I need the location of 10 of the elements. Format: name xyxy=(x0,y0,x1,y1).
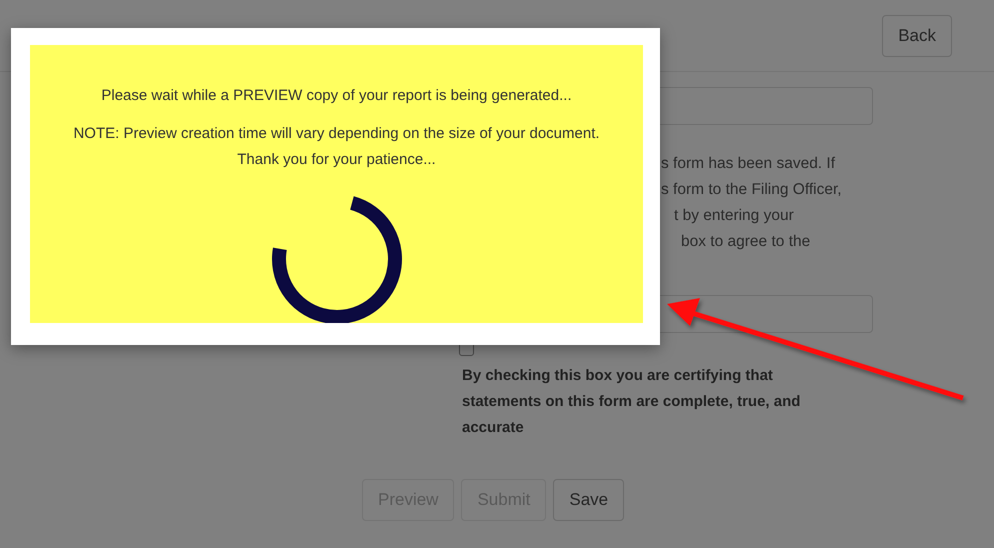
form-button[interactable]: Save xyxy=(553,479,624,521)
loading-spinner-icon xyxy=(270,193,402,323)
note-message: NOTE: Preview creation time will vary depending on the size of your document. Thank you for your patience... xyxy=(72,124,601,170)
info-text: t by entering your xyxy=(673,206,795,226)
info-text: s form has been saved. If xyxy=(661,154,836,174)
wait-message: Please wait while a PREVIEW copy of your report is being generated... xyxy=(100,86,573,106)
info-text: box to agree to the xyxy=(680,232,812,252)
info-text: s form to the Filing Officer, xyxy=(661,180,843,200)
certify-label: By checking this box you are certifying that statements on this form are complete, true, and accurate xyxy=(461,366,802,438)
back-button[interactable]: Back xyxy=(882,14,952,56)
